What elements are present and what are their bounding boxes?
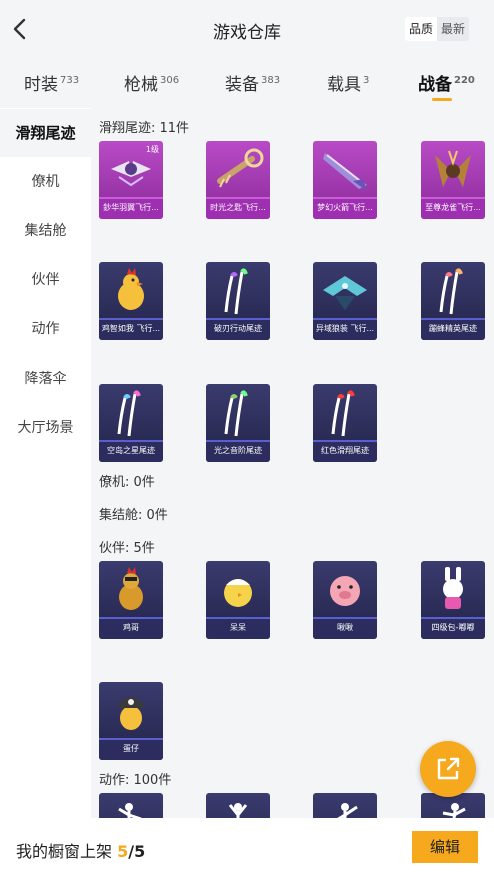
item-name: 鸡哥: [99, 617, 163, 639]
item-card[interactable]: 四级包-嘟嘟: [421, 561, 485, 639]
tab-label: 时装: [24, 75, 58, 95]
item-name: 鸡智如我 飞行...: [99, 318, 163, 340]
tab-label: 战备: [418, 75, 452, 95]
showcase-label: 我的橱窗上架: [16, 842, 113, 861]
active-tab-indicator: [432, 98, 452, 101]
sidebar-item-action[interactable]: 动作: [0, 305, 91, 353]
sidebar-item-wingman[interactable]: 僚机: [0, 158, 91, 206]
tab-equipment[interactable]: 装备 383: [225, 70, 280, 95]
item-name: 蹦蜂精英尾迹: [421, 318, 485, 340]
showcase-count: 5: [117, 842, 129, 861]
item-name: 光之音阶尾迹: [206, 440, 270, 462]
sidebar: 滑翔尾迹 僚机 集结舱 伙伴 动作 降落伞 大厅场景: [0, 108, 91, 875]
sort-newest-button[interactable]: 最新: [437, 17, 469, 41]
chicken-partner-icon: [119, 567, 143, 610]
tab-count: 3: [363, 75, 370, 86]
header: 游戏仓库 品质 最新: [0, 0, 494, 60]
item-name: 梦幻火箭飞行...: [313, 197, 377, 219]
pig-partner-icon: [330, 576, 360, 606]
item-card[interactable]: 1级 鈔华羽翼飞行...: [99, 141, 163, 219]
tab-fashion[interactable]: 时装 733: [24, 70, 79, 95]
chick-partner-icon: [224, 579, 252, 607]
item-card[interactable]: 鸡哥: [99, 561, 163, 639]
item-name: 异域狼装 飞行...: [313, 318, 377, 340]
sort-toggle: 品质 最新: [405, 17, 470, 41]
showcase-status: 我的橱窗上架 5/5: [16, 838, 145, 862]
item-name: 时光之匙飞行...: [206, 197, 270, 219]
sidebar-item-partner[interactable]: 伙伴: [0, 256, 91, 304]
tab-label: 载具: [327, 75, 361, 95]
item-card[interactable]: 啾啾: [313, 561, 377, 639]
key-glider-icon: [217, 148, 264, 188]
showcase-total: 5: [134, 842, 146, 861]
item-name: 空岛之星尾迹: [99, 440, 163, 462]
trail-icon: [224, 390, 248, 437]
item-card[interactable]: 蛋仔: [99, 682, 163, 760]
item-card[interactable]: 光之音阶尾迹: [206, 384, 270, 462]
item-name: 至尊龙雀飞行...: [421, 197, 485, 219]
sort-quality-button[interactable]: 品质: [405, 17, 438, 41]
trail-icon: [117, 390, 141, 437]
section-title-glide: 滑翔尾迹: 11件: [99, 121, 190, 136]
tab-combat-gear[interactable]: 战备 220: [418, 70, 475, 101]
trail-icon: [439, 268, 463, 315]
item-card[interactable]: 呆呆: [206, 561, 270, 639]
item-card[interactable]: 红色滑翔尾迹: [313, 384, 377, 462]
tab-count: 306: [160, 75, 180, 86]
item-card[interactable]: 空岛之星尾迹: [99, 384, 163, 462]
sidebar-item-parachute[interactable]: 降落伞: [0, 355, 91, 403]
trail-icon: [224, 268, 248, 315]
footer-bar: 我的橱窗上架 5/5 编辑: [0, 818, 494, 875]
item-card[interactable]: 破刃行动尾迹: [206, 262, 270, 340]
category-tabs: 时装 733 枪械 306 装备 383 载具 3 战备 220: [0, 60, 494, 108]
item-card[interactable]: 蹦蜂精英尾迹: [421, 262, 485, 340]
tab-label: 装备: [225, 75, 259, 95]
sidebar-item-glide-trail[interactable]: 滑翔尾迹: [0, 109, 91, 157]
item-name: 鈔华羽翼飞行...: [99, 197, 163, 219]
tab-count: 733: [60, 75, 80, 86]
tab-vehicles[interactable]: 载具 3: [327, 70, 369, 95]
level-badge: 1级: [145, 145, 159, 154]
item-name: 蛋仔: [99, 738, 163, 760]
chicken-glider-icon: [118, 268, 144, 310]
section-title-pod: 集结舱: 0件: [99, 508, 168, 523]
tab-label: 枪械: [124, 75, 158, 95]
section-title-partner: 伙伴: 5件: [99, 541, 155, 556]
rocket-glider-icon: [323, 153, 367, 191]
item-name: 破刃行动尾迹: [206, 318, 270, 340]
tab-count: 220: [454, 75, 475, 86]
sidebar-item-pod[interactable]: 集结舱: [0, 207, 91, 255]
item-card[interactable]: 梦幻火箭飞行...: [313, 141, 377, 219]
section-title-wingman: 僚机: 0件: [99, 475, 155, 490]
item-card[interactable]: 异域狼装 飞行...: [313, 262, 377, 340]
item-name: 红色滑翔尾迹: [313, 440, 377, 462]
section-title-action: 动作: 100件: [99, 773, 172, 788]
trail-icon: [331, 390, 355, 437]
share-button[interactable]: [420, 741, 476, 797]
item-card[interactable]: 时光之匙飞行...: [206, 141, 270, 219]
item-name: 呆呆: [206, 617, 270, 639]
dragon-glider-icon: [435, 150, 471, 187]
sidebar-item-lobby-scene[interactable]: 大厅场景: [0, 404, 91, 452]
beast-glider-icon: [323, 276, 367, 310]
item-name: 四级包-嘟嘟: [421, 617, 485, 639]
edit-button[interactable]: 编辑: [412, 831, 478, 863]
egg-partner-icon: [119, 697, 143, 730]
item-name: 啾啾: [313, 617, 377, 639]
bunny-partner-icon: [443, 567, 463, 609]
tab-guns[interactable]: 枪械 306: [124, 70, 179, 95]
item-card[interactable]: 至尊龙雀飞行...: [421, 141, 485, 219]
item-card[interactable]: 鸡智如我 飞行...: [99, 262, 163, 340]
tab-count: 383: [261, 75, 281, 86]
share-icon: [437, 757, 460, 780]
